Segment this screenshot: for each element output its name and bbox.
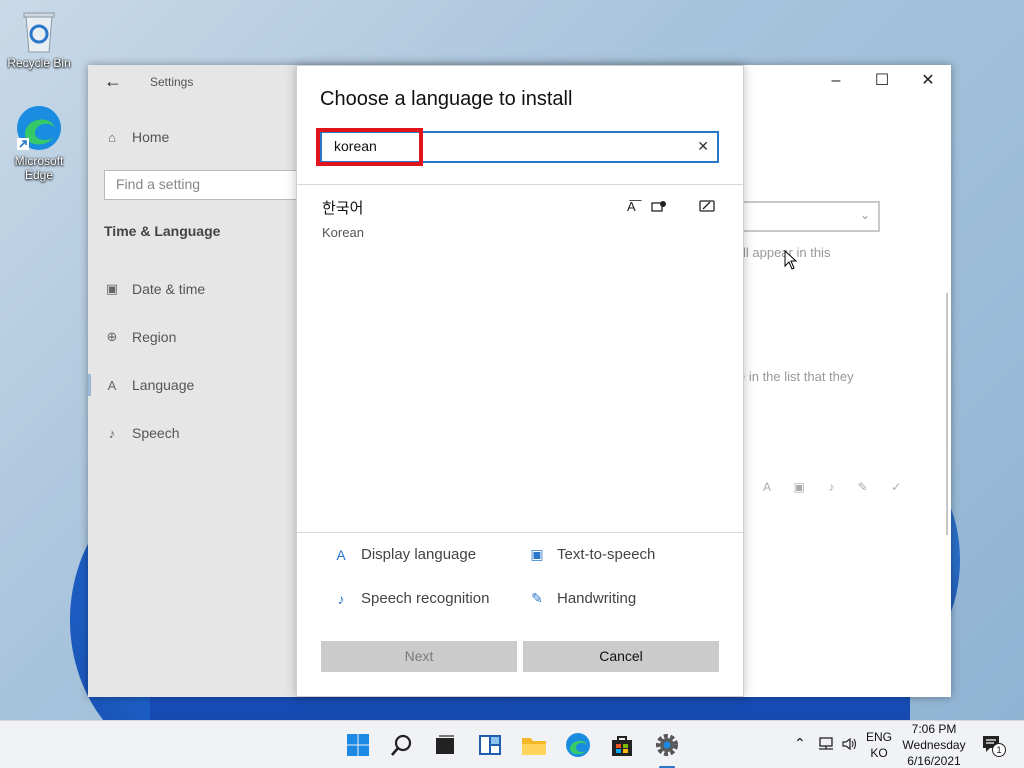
legend-label: Handwriting (557, 590, 637, 607)
input-language-indicator[interactable]: ENG KO (866, 729, 892, 761)
maximize-button[interactable]: ☐ (859, 65, 905, 97)
minimize-button[interactable]: – (813, 65, 859, 97)
language-icon: A (107, 377, 117, 393)
desktop-icon-label: Recycle Bin (7, 56, 71, 70)
settings-button[interactable] (651, 729, 683, 761)
legend-speech-recognition: ♪ Speech recognition (333, 590, 490, 607)
nav-item-label: Region (132, 329, 177, 345)
nav-item-speech[interactable]: ♪ Speech (104, 425, 180, 441)
settings-nav-pane: ← Settings ⌂ Home Find a setting Time & … (88, 65, 304, 697)
clear-icon[interactable]: ✕ (697, 138, 709, 155)
feature-icons-row: A ▣ ♪ ✎ ✓ (763, 480, 912, 494)
widgets-button[interactable] (474, 729, 506, 761)
language-native-name: 한국어 (322, 199, 364, 217)
store-icon (612, 736, 632, 756)
bg-description-text: e in the list that they (738, 369, 854, 384)
search-icon (391, 734, 412, 756)
cancel-button[interactable]: Cancel (523, 641, 719, 672)
edge-icon (566, 733, 590, 757)
next-button[interactable]: Next (321, 641, 517, 672)
clock[interactable]: 7:06 PM Wednesday 6/16/2021 (900, 721, 968, 768)
section-heading: Time & Language (104, 223, 221, 239)
notification-button[interactable]: 1 (982, 735, 1008, 757)
legend-label: Text-to-speech (557, 546, 656, 563)
store-button[interactable] (606, 729, 638, 761)
edge-icon (17, 106, 61, 150)
nav-item-home[interactable]: ⌂ Home (104, 129, 169, 145)
recycle-bin-icon (23, 12, 55, 53)
nav-item-language[interactable]: A Language (104, 377, 195, 393)
volume-icon[interactable] (842, 737, 858, 751)
choose-language-dialog: Choose a language to install ✕ 한국어 Korea… (296, 65, 744, 697)
nav-item-label: Language (132, 377, 195, 393)
dialog-title: Choose a language to install (320, 88, 573, 110)
highlight-box (316, 128, 423, 166)
desktop-icon-recycle-bin[interactable]: Recycle Bin (1, 8, 77, 70)
chevron-up-icon[interactable]: ⌃ (794, 735, 806, 752)
task-view-button[interactable] (429, 729, 461, 761)
network-icon[interactable] (818, 737, 834, 751)
legend-text-to-speech: ▣ Text-to-speech (529, 546, 655, 563)
legend-handwriting: ✎ Handwriting (529, 590, 636, 607)
desktop-icon-edge[interactable]: Microsoft Edge (1, 104, 77, 182)
edge-button[interactable] (562, 729, 594, 761)
desktop-icon-label: Microsoft Edge (14, 154, 64, 182)
nav-item-region[interactable]: ⊕ Region (104, 329, 177, 345)
task-view-icon (436, 735, 454, 754)
file-explorer-button[interactable] (518, 729, 550, 761)
clock-day: Wednesday (902, 738, 966, 752)
search-button[interactable] (386, 729, 418, 761)
handwriting-icon (699, 200, 715, 212)
search-placeholder: Find a setting (116, 176, 201, 192)
speech-recognition-icon: ♪ (337, 590, 345, 607)
nav-item-label: Home (132, 129, 170, 145)
selection-indicator (88, 374, 91, 396)
mouse-cursor-icon (784, 250, 798, 270)
folder-icon (522, 738, 546, 755)
legend-label: Display language (361, 546, 477, 563)
windows-logo-icon (347, 734, 369, 756)
scrollbar[interactable] (946, 293, 948, 535)
chevron-down-icon: ⌄ (859, 208, 870, 222)
divider (297, 532, 743, 533)
clock-time: 7:06 PM (911, 722, 957, 736)
close-button[interactable]: ✕ (905, 65, 951, 97)
widgets-icon (479, 735, 501, 755)
language-result-item[interactable]: 한국어 Korean A͞ (297, 185, 743, 251)
display-language-icon: A͞ (627, 199, 636, 214)
globe-icon: ⊕ (106, 329, 118, 344)
text-to-speech-icon (651, 201, 666, 212)
taskbar: ⌃ ENG KO 7:06 PM Wednesday 6/16/2021 1 (0, 720, 1024, 768)
microphone-icon: ♪ (108, 425, 116, 441)
start-button[interactable] (342, 729, 374, 761)
handwriting-icon: ✎ (531, 590, 543, 606)
legend-display-language: A Display language (333, 546, 476, 563)
find-setting-input[interactable]: Find a setting (104, 170, 304, 200)
language-code: KO (870, 746, 888, 760)
text-to-speech-icon: ▣ (530, 546, 544, 562)
nav-item-label: Date & time (132, 281, 206, 297)
back-arrow-icon[interactable]: ← (104, 71, 122, 92)
home-icon: ⌂ (108, 129, 116, 145)
language-english-name: Korean (322, 225, 364, 240)
nav-item-label: Speech (132, 425, 180, 441)
language-dropdown[interactable]: ⌄ (740, 201, 880, 232)
clock-date: 6/16/2021 (907, 754, 961, 768)
app-title: Settings (150, 75, 194, 89)
notification-badge: 1 (992, 743, 1006, 757)
nav-item-date-time[interactable]: ▣ Date & time (104, 281, 205, 297)
legend-label: Speech recognition (361, 590, 490, 607)
gear-icon (656, 734, 678, 756)
calendar-clock-icon: ▣ (105, 281, 119, 296)
language-code: ENG (866, 730, 893, 744)
display-language-icon: A (336, 546, 346, 563)
